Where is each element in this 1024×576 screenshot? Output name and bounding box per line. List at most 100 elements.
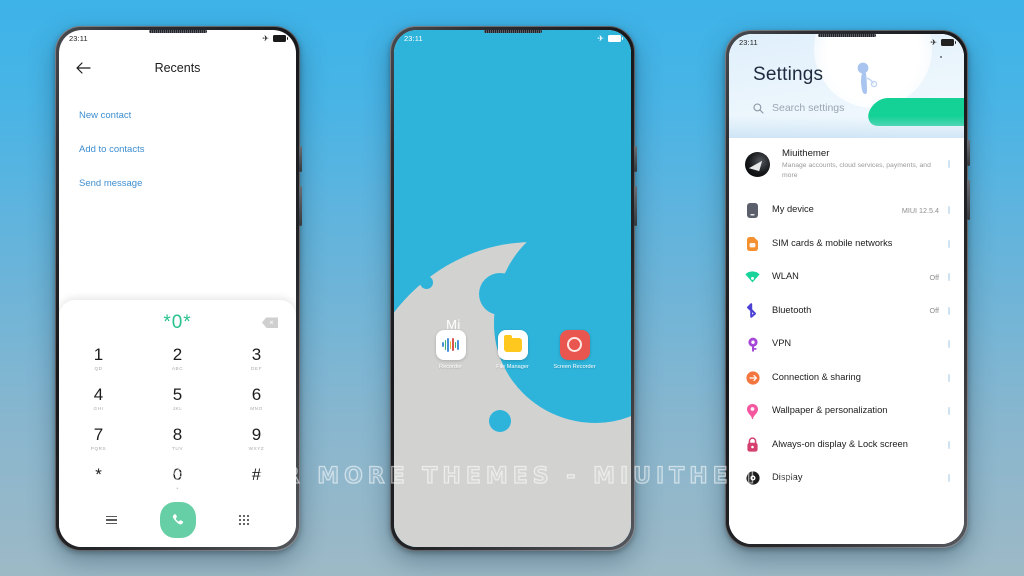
key-letters: MNO <box>250 405 263 411</box>
search-placeholder: Search settings <box>772 102 845 114</box>
dialer-screen: 23:11 ✈ Recents New contact Add to conta… <box>59 30 296 547</box>
key-letters: TUV <box>172 445 183 451</box>
app-recorder[interactable]: Recorder <box>428 329 474 372</box>
dialpad-key-1[interactable]: 1 QD <box>59 339 138 379</box>
vpn-key-icon <box>745 337 760 352</box>
settings-row-label: WLAN <box>772 271 799 282</box>
settings-row[interactable]: SIM cards & mobile networks <box>729 227 964 261</box>
dialpad-key-3[interactable]: 3 DEF <box>217 339 296 379</box>
settings-list[interactable]: Miuithemer Manage accounts, cloud servic… <box>729 138 964 544</box>
status-time: 23:11 <box>739 38 758 47</box>
settings-row[interactable]: Wallpaper & personalization <box>729 394 964 428</box>
recorder-waveform-icon <box>435 329 466 360</box>
chevron-right-icon <box>947 273 950 282</box>
dialpad-key-8[interactable]: 8 TUV <box>138 419 217 459</box>
dialpad-panel: *0* ✕ 1 QD 2 ABC 3 DEF 4 GHI 5 JKL 6 MNO 7 PQRS 8 TUV 9 W… <box>59 300 296 547</box>
wallpaper-dot-large <box>479 272 522 315</box>
settings-row-label: Wallpaper & personalization <box>772 405 888 416</box>
sim-card-icon <box>745 236 760 251</box>
dialpad-key-hash[interactable]: # <box>217 459 296 499</box>
display-icon <box>745 471 760 486</box>
key-letters: JKL <box>172 405 183 411</box>
key-digit: 3 <box>251 345 262 365</box>
settings-row[interactable]: My device MIUI 12.5.4 <box>729 193 964 227</box>
link-add-to-contacts[interactable]: Add to contacts <box>79 137 276 162</box>
home-screen: 23:11 ✈ Mi Recorder File Manager Screen … <box>394 30 631 547</box>
dialpad-grid: 1 QD 2 ABC 3 DEF 4 GHI 5 JKL 6 MNO 7 PQRS 8 TUV 9 WXYZ * 0 +… <box>59 339 296 499</box>
dialpad-action-row <box>59 499 296 547</box>
dialpad-key-5[interactable]: 5 JKL <box>138 379 217 419</box>
settings-row-label: SIM cards & mobile networks <box>772 237 893 248</box>
app-file-manager[interactable]: File Manager <box>490 329 536 372</box>
key-letters: DEF <box>251 365 262 371</box>
dialpad-key-star[interactable]: * <box>59 459 138 499</box>
wallpaper-icon <box>745 403 760 419</box>
app-screen-recorder[interactable]: Screen Recorder <box>552 329 598 372</box>
settings-row[interactable]: Bluetooth Off <box>729 294 964 328</box>
arrow-left-icon[interactable] <box>73 58 93 78</box>
dialpad-key-0[interactable]: 0 + <box>138 459 217 499</box>
app-label: Screen Recorder <box>553 363 596 370</box>
app-icon-row: Recorder File Manager Screen Recorder <box>394 329 631 372</box>
dialpad-key-9[interactable]: 9 WXYZ <box>217 419 296 459</box>
side-button-volume[interactable] <box>967 140 970 166</box>
battery-full-icon <box>273 35 288 42</box>
search-input[interactable]: Search settings <box>753 102 844 114</box>
key-letters: QD <box>94 365 103 371</box>
chevron-right-icon <box>947 373 950 382</box>
side-button-power[interactable] <box>299 186 302 226</box>
airplane-icon: ✈ <box>262 33 269 43</box>
backspace-icon[interactable]: ✕ <box>262 317 278 328</box>
dialpad-key-7[interactable]: 7 PQRS <box>59 419 138 459</box>
phone-device-settings: 23:11 ✈ Settings Search settings Miuithe… <box>725 30 970 548</box>
keypad-dots-icon[interactable] <box>238 515 249 525</box>
phone-call-icon[interactable] <box>159 502 196 538</box>
wallpaper-dot-lower <box>488 409 511 432</box>
dialpad-key-6[interactable]: 6 MNO <box>217 379 296 419</box>
key-digit: 0 <box>172 465 183 485</box>
status-time: 23:11 <box>404 34 423 43</box>
number-display: *0* ✕ <box>59 306 296 339</box>
settings-screen: 23:11 ✈ Settings Search settings Miuithe… <box>729 34 964 544</box>
account-avatar <box>745 152 770 178</box>
app-label: File Manager <box>496 363 529 370</box>
key-letters: WXYZ <box>248 445 265 451</box>
settings-row[interactable]: Display <box>729 461 964 495</box>
app-label: Recorder <box>438 363 462 370</box>
chevron-right-icon <box>947 474 950 483</box>
key-digit: 8 <box>172 425 183 445</box>
settings-row-value: Off <box>929 272 939 282</box>
connection-sharing-icon <box>745 370 760 385</box>
wallpaper-dot-small <box>420 275 434 289</box>
link-send-message[interactable]: Send message <box>79 171 276 196</box>
settings-row[interactable]: WLAN Off <box>729 260 964 294</box>
key-digit: 2 <box>172 345 183 365</box>
dialpad-key-2[interactable]: 2 ABC <box>138 339 217 379</box>
side-button-volume[interactable] <box>634 146 637 172</box>
status-bar: 23:11 ✈ <box>59 30 296 47</box>
account-row[interactable]: Miuithemer Manage accounts, cloud servic… <box>729 138 964 193</box>
key-digit: 5 <box>172 385 183 405</box>
chevron-right-icon <box>947 306 950 315</box>
key-digit: 6 <box>251 385 262 405</box>
status-time: 23:11 <box>69 34 88 43</box>
settings-row-label: My device <box>772 204 814 215</box>
side-button-power[interactable] <box>634 186 637 226</box>
phone-device-dialer: 23:11 ✈ Recents New contact Add to conta… <box>55 26 302 551</box>
account-subtitle: Manage accounts, cloud services, payment… <box>782 162 931 180</box>
settings-row-value: MIUI 12.5.4 <box>901 205 939 215</box>
side-button-volume[interactable] <box>299 146 302 172</box>
account-name: Miuithemer <box>782 148 830 159</box>
dialer-appbar: Recents <box>59 47 296 89</box>
device-icon <box>745 202 760 218</box>
side-button-power[interactable] <box>967 180 970 220</box>
screen-recorder-icon <box>559 329 590 360</box>
bluetooth-icon <box>745 303 760 318</box>
menu-lines-icon[interactable] <box>106 515 118 525</box>
folder-icon <box>497 329 528 360</box>
dialpad-key-4[interactable]: 4 GHI <box>59 379 138 419</box>
settings-row[interactable]: Connection & sharing <box>729 361 964 395</box>
link-new-contact[interactable]: New contact <box>79 103 276 128</box>
settings-row[interactable]: VPN <box>729 327 964 361</box>
settings-row[interactable]: Always-on display & Lock screen <box>729 428 964 462</box>
